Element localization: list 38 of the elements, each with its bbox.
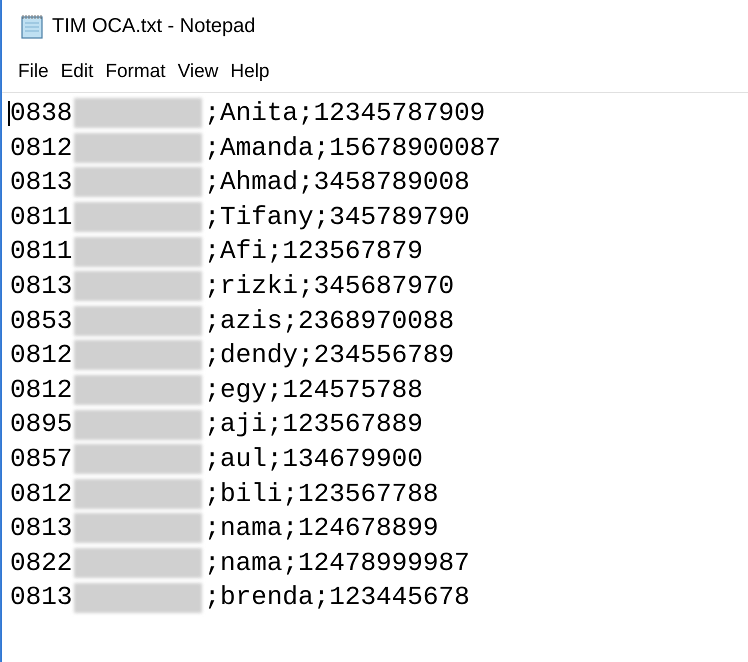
text-line-start: 0813 xyxy=(10,512,72,546)
text-line-end: ;Afi;123567879 xyxy=(204,235,423,268)
text-line-end: ;bili;123567788 xyxy=(204,478,438,511)
text-line-end: ;Ahmad;3458789008 xyxy=(204,166,470,200)
text-line-end: ;Anita;12345787909 xyxy=(204,97,486,130)
text-line-end: ;Tifany;345789790 xyxy=(204,200,470,234)
text-line-end: ;brenda;123445678 xyxy=(204,581,470,614)
text-cursor xyxy=(8,100,10,126)
text-line-start: 0812 xyxy=(10,374,72,407)
text-line-start: 0838 xyxy=(10,97,72,130)
text-line-start: 0812 xyxy=(10,339,72,372)
text-line-start: 0895 xyxy=(10,408,72,442)
text-line-start: 0811 xyxy=(10,200,72,234)
text-line-end: ;azis;2368970088 xyxy=(204,304,454,338)
menu-item[interactable]: View xyxy=(174,58,222,86)
menu-item[interactable]: Format xyxy=(101,58,170,86)
menu-item[interactable]: File xyxy=(14,58,53,86)
text-line-start: 0811 xyxy=(10,235,72,268)
notepad-icon xyxy=(20,13,44,39)
text-line-start: 0812 xyxy=(10,478,72,511)
menu-item[interactable]: Edit xyxy=(56,58,98,86)
text-line-start: 0813 xyxy=(10,166,72,200)
text-line-start: 0822 xyxy=(10,546,72,580)
text-line-end: ;Amanda;15678900087 xyxy=(204,132,501,165)
text-line-start: 0813 xyxy=(10,581,72,614)
text-line-start: 0853 xyxy=(10,304,72,338)
text-line-end: ;nama;124678899 xyxy=(204,512,438,546)
text-line-end: ;nama;12478999987 xyxy=(204,546,470,580)
text-line-end: ;rizki;345687970 xyxy=(204,270,454,303)
text-line-end: ;aji;123567889 xyxy=(204,408,423,442)
text-line-end: ;dendy;234556789 xyxy=(204,339,454,372)
text-line-start: 0857 xyxy=(10,442,72,476)
window-title: TIM OCA.txt - Notepad xyxy=(52,14,256,39)
text-line-start: 0813 xyxy=(10,270,72,303)
text-line-end: ;aul;134679900 xyxy=(204,442,423,476)
text-line-start: 0812 xyxy=(10,132,72,165)
menu-item[interactable]: Help xyxy=(226,58,274,86)
text-line-end: ;egy;124575788 xyxy=(204,374,423,407)
